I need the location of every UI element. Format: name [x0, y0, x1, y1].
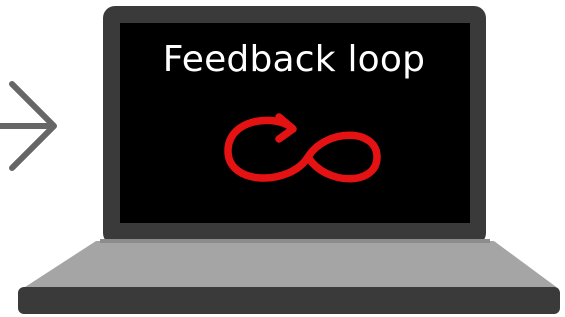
laptop-base: [18, 287, 560, 314]
screen-title: Feedback loop: [162, 39, 426, 80]
right-arrow-icon: [0, 81, 57, 171]
laptop-hinge: [100, 239, 490, 243]
laptop-keyboard-deck: [22, 241, 559, 289]
